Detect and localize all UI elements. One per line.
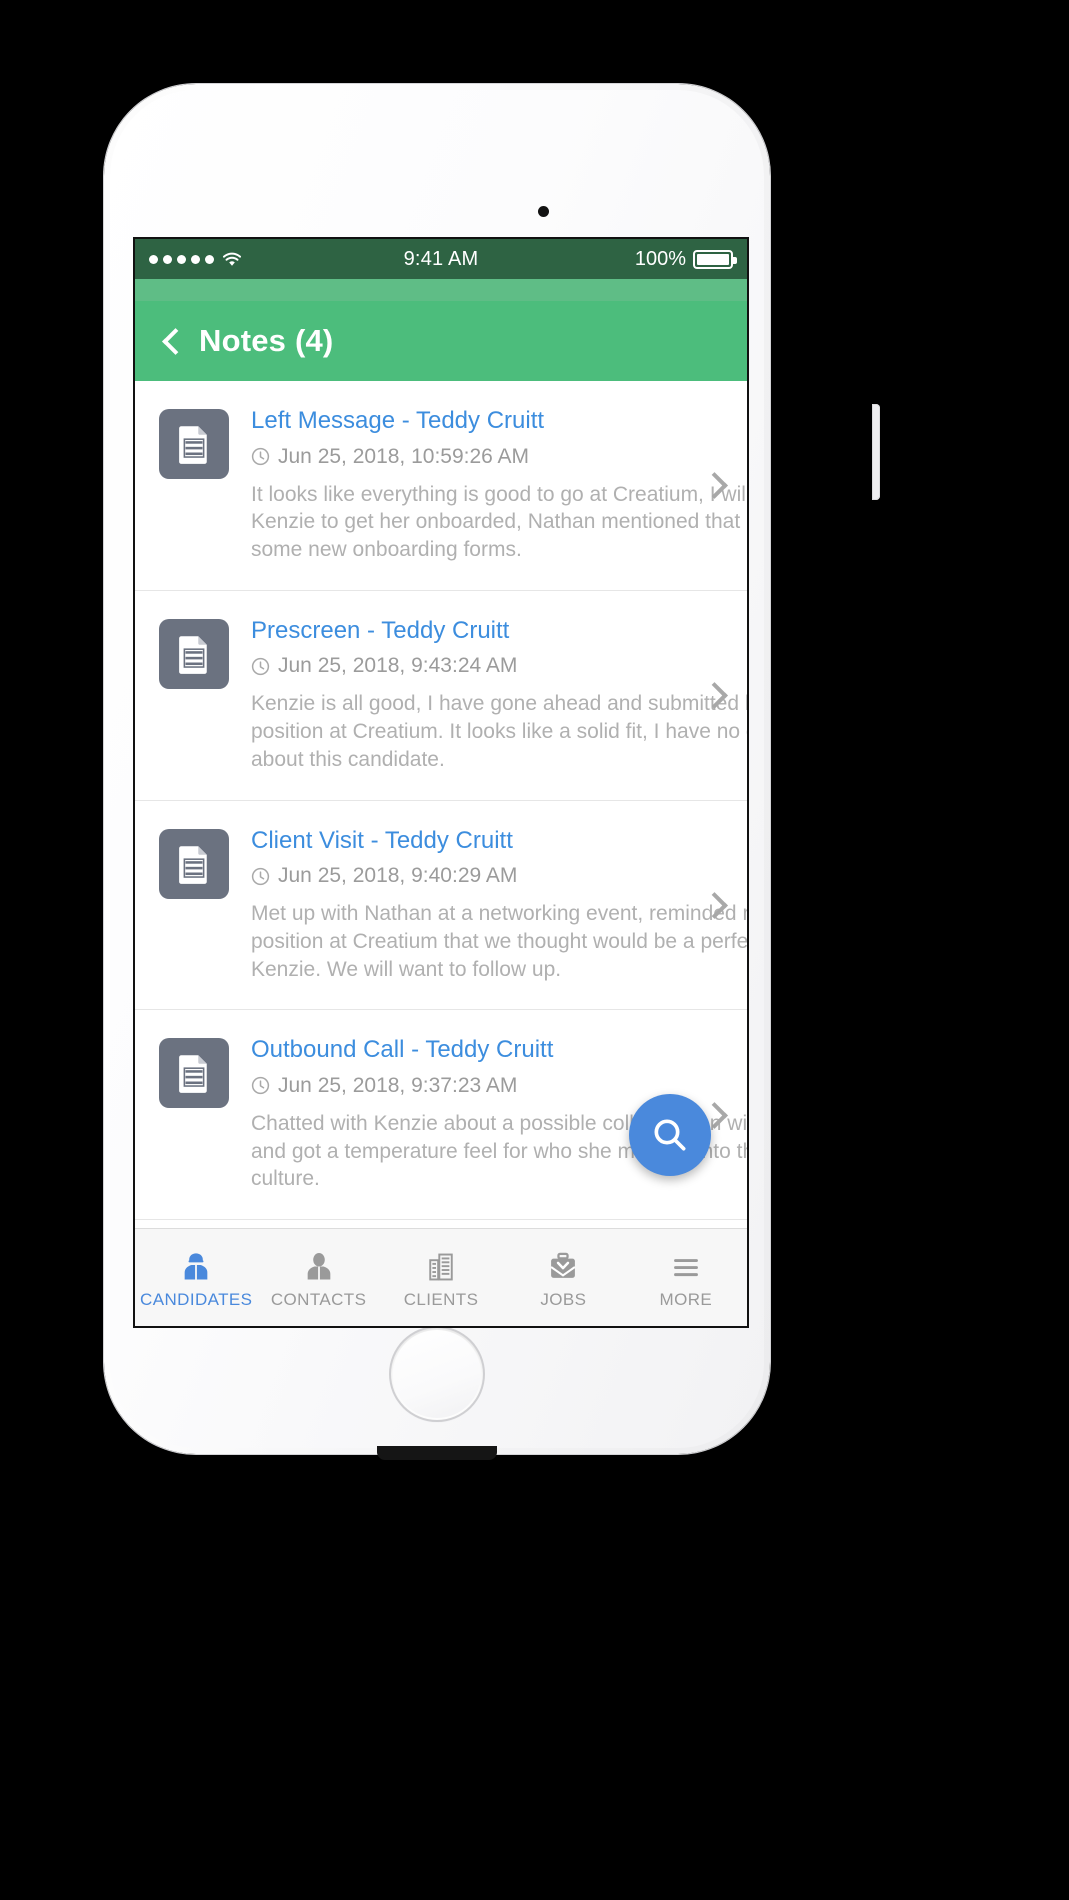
- note-title[interactable]: Prescreen - Teddy Cruitt: [251, 617, 747, 645]
- note-timestamp: Jun 25, 2018, 9:40:29 AM: [278, 864, 518, 888]
- bottom-tab-bar: CANDIDATES CONTACTS CLIENTS JOBS MORE: [135, 1228, 747, 1326]
- contact-icon: [302, 1246, 336, 1284]
- bottom-antenna-band: [377, 1446, 497, 1460]
- notes-list: Left Message - Teddy Cruitt Jun 25, 2018…: [135, 381, 747, 1220]
- power-button[interactable]: [872, 404, 880, 500]
- document-icon: [159, 828, 229, 899]
- tab-label: CANDIDATES: [140, 1289, 253, 1309]
- status-bar-right: 100%: [634, 247, 737, 271]
- note-preview-text: Met up with Nathan at a networking event…: [251, 902, 747, 981]
- note-title[interactable]: Outbound Call - Teddy Cruitt: [251, 1036, 747, 1064]
- navigation-bar: Notes (4): [135, 301, 747, 381]
- tab-label: CLIENTS: [403, 1289, 479, 1309]
- list-item[interactable]: Client Visit - Teddy Cruitt Jun 25, 2018…: [135, 801, 747, 1011]
- nav-top-strip: [135, 279, 747, 301]
- list-item-content: Prescreen - Teddy Cruitt Jun 25, 2018, 9…: [229, 617, 747, 774]
- battery-full-icon: [693, 249, 737, 269]
- clock-icon: [251, 1077, 270, 1095]
- list-item[interactable]: Left Message - Teddy Cruitt Jun 25, 2018…: [135, 381, 747, 591]
- tab-more[interactable]: MORE: [625, 1229, 747, 1326]
- note-timestamp: Jun 25, 2018, 10:59:26 AM: [278, 444, 530, 468]
- search-icon: [654, 1119, 686, 1151]
- document-icon: [159, 409, 229, 479]
- search-fab-button[interactable]: [629, 1094, 711, 1176]
- chevron-right-icon[interactable]: [703, 894, 725, 916]
- tab-label: MORE: [659, 1289, 713, 1309]
- note-timestamp: Jun 25, 2018, 9:43:24 AM: [278, 654, 518, 678]
- battery-percent-label: 100%: [634, 247, 686, 270]
- proximity-sensor-icon: [538, 206, 549, 217]
- tab-label: CONTACTS: [270, 1289, 367, 1309]
- tab-clients[interactable]: CLIENTS: [380, 1229, 502, 1326]
- phone-screen: 9:41 AM 100% Notes (4) Left Message - Te…: [135, 239, 747, 1326]
- tab-contacts[interactable]: CONTACTS: [257, 1229, 379, 1326]
- note-timestamp: Jun 25, 2018, 9:37:23 AM: [278, 1073, 518, 1097]
- document-icon: [159, 618, 229, 689]
- tab-label: JOBS: [540, 1289, 587, 1309]
- note-title[interactable]: Left Message - Teddy Cruitt: [251, 407, 747, 435]
- status-bar: 9:41 AM 100%: [135, 239, 747, 279]
- tab-jobs[interactable]: JOBS: [502, 1229, 624, 1326]
- list-item[interactable]: Prescreen - Teddy Cruitt Jun 25, 2018, 9…: [135, 591, 747, 801]
- briefcase-icon: [546, 1246, 580, 1284]
- screenshot-stage: 9:41 AM 100% Notes (4) Left Message - Te…: [0, 0, 1069, 1900]
- chevron-left-icon[interactable]: [157, 328, 183, 354]
- note-timestamp-row: Jun 25, 2018, 9:40:29 AM: [251, 864, 747, 888]
- clock-icon: [251, 447, 270, 466]
- chevron-right-icon[interactable]: [703, 684, 725, 706]
- note-timestamp-row: Jun 25, 2018, 10:59:26 AM: [251, 445, 747, 469]
- chevron-right-icon[interactable]: [703, 474, 725, 496]
- hamburger-icon: [669, 1246, 703, 1284]
- list-item-content: Client Visit - Teddy Cruitt Jun 25, 2018…: [229, 827, 747, 984]
- note-preview-text: Kenzie is all good, I have gone ahead an…: [251, 692, 747, 771]
- home-button[interactable]: [391, 1328, 483, 1420]
- document-icon: [159, 1038, 229, 1109]
- tab-candidates[interactable]: CANDIDATES: [135, 1229, 257, 1326]
- building-icon: [424, 1246, 458, 1284]
- page-title: Notes (4): [199, 323, 334, 358]
- candidate-icon: [179, 1246, 213, 1284]
- note-timestamp-row: Jun 25, 2018, 9:43:24 AM: [251, 654, 747, 678]
- note-title[interactable]: Client Visit - Teddy Cruitt: [251, 827, 747, 855]
- clock-icon: [251, 867, 270, 885]
- clock-icon: [251, 657, 270, 675]
- list-item-content: Left Message - Teddy Cruitt Jun 25, 2018…: [229, 407, 747, 564]
- note-preview-text: It looks like everything is good to go a…: [251, 482, 747, 562]
